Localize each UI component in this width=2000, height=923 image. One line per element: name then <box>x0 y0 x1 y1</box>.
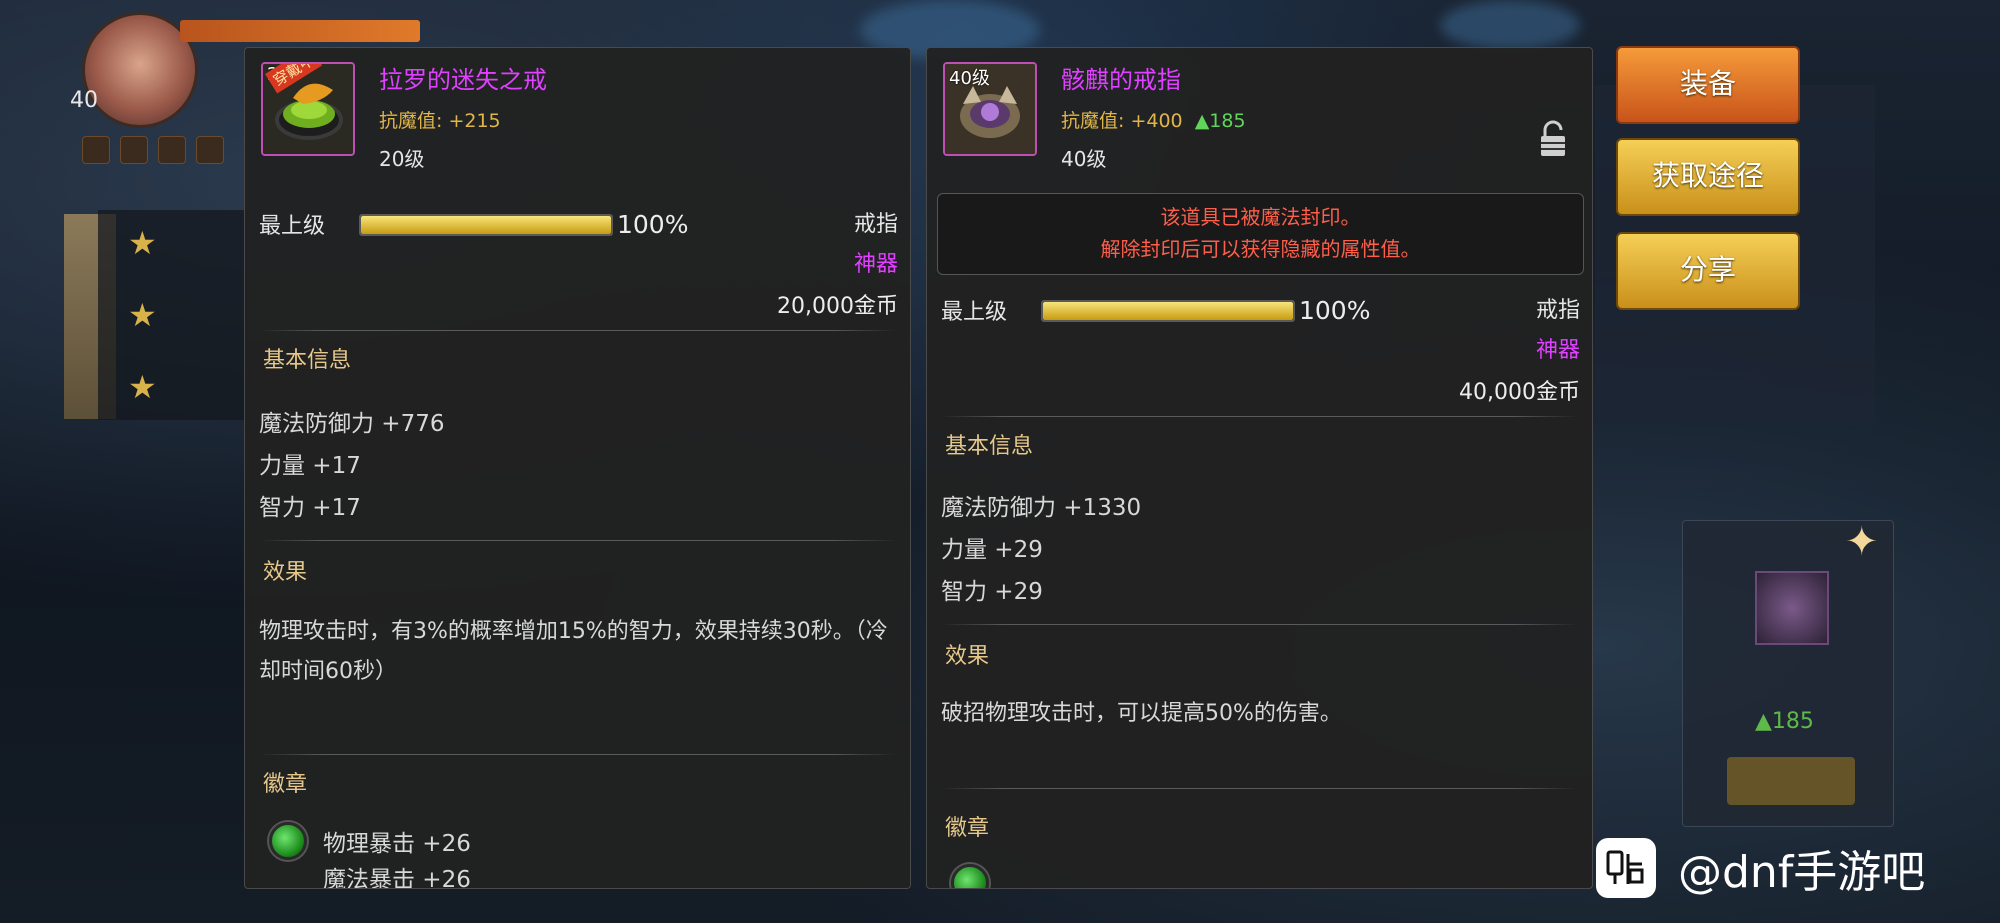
emblem-stat: 物理暴击 +26 <box>323 831 471 857</box>
item-stat: 抗魔值: +215 <box>379 106 501 133</box>
item-rarity: 神器 <box>853 252 898 277</box>
hud-icon[interactable] <box>158 136 186 164</box>
side-card-equip-button[interactable] <box>1727 757 1855 805</box>
attribute: 智力 +29 <box>941 579 1043 605</box>
emblem-icon <box>269 822 307 860</box>
hud-icon[interactable] <box>196 136 224 164</box>
ring-icon: 2 穿戴中 <box>261 62 355 156</box>
watermark-text: @dnf手游吧 <box>1678 847 1926 898</box>
item-stat: 抗魔值: +400 ▲185 <box>1061 106 1246 133</box>
effect-text: 物理攻击时，有3%的概率增加15%的智力，效果持续30秒。（冷却时间60秒） <box>259 619 888 684</box>
share-button[interactable]: 分享 <box>1616 232 1800 310</box>
item-type: 戒指 <box>853 212 898 237</box>
sparkle-icon: ✦ <box>1845 519 1879 565</box>
emblem-stat: 魔法暴击 +26 <box>323 867 471 889</box>
item-type: 戒指 <box>1535 298 1580 323</box>
emblem-title: 徽章 <box>945 816 990 841</box>
divider <box>259 540 896 541</box>
quest-panel <box>98 210 248 420</box>
divider <box>259 754 896 755</box>
grade-label: 最上级 <box>259 214 326 239</box>
obtain-method-button[interactable]: 获取途径 <box>1616 138 1800 216</box>
background-glow <box>1440 0 1580 50</box>
item-price: 20,000金币 <box>777 294 898 319</box>
basic-info-title: 基本信息 <box>263 348 352 373</box>
attribute: 魔法防御力 +1330 <box>941 495 1142 521</box>
item-rarity: 神器 <box>1535 338 1580 363</box>
hud-icon[interactable] <box>82 136 110 164</box>
stat-label: 抗魔值: <box>379 110 443 132</box>
star-icon: ★ <box>128 224 157 262</box>
emblem-icon <box>951 864 989 888</box>
divider <box>941 416 1578 417</box>
effect-title: 效果 <box>945 644 990 669</box>
hud-icon-row <box>82 136 224 164</box>
effect-title: 效果 <box>263 560 308 585</box>
lock-icon[interactable] <box>1538 120 1568 158</box>
equip-button[interactable]: 装备 <box>1616 46 1800 124</box>
item-name: 骸麒的戒指 <box>1061 66 1181 94</box>
grade-percent: 100% <box>617 210 689 239</box>
divider <box>941 788 1578 789</box>
equipped-item-panel: 2 穿戴中 拉罗的迷失之戒 抗魔值: +215 20级 最上级 100% 戒指 … <box>244 47 911 889</box>
attribute: 智力 +17 <box>259 495 361 521</box>
item-price: 40,000金币 <box>1459 380 1580 405</box>
tieba-logo-icon <box>1596 838 1656 898</box>
item-level: 40级 <box>1061 147 1107 171</box>
item-name: 拉罗的迷失之戒 <box>379 66 547 94</box>
effect-text: 破招物理攻击时，可以提高50%的伤害。 <box>941 701 1342 726</box>
stat-value: +400 <box>1130 110 1183 132</box>
item-icon-level: 40级 <box>949 68 990 89</box>
star-icon: ★ <box>128 296 157 334</box>
attribute: 魔法防御力 +776 <box>259 411 445 437</box>
compared-item-panel: 40级 骸麒的戒指 抗魔值: +400 ▲185 40级 该道具已被魔法封印。 … <box>926 47 1593 889</box>
ring-icon: 40级 <box>943 62 1037 156</box>
stat-value: +215 <box>448 110 501 132</box>
grade-bar-fill <box>361 216 611 234</box>
seal-warning-line: 解除封印后可以获得隐藏的属性值。 <box>1100 237 1421 261</box>
grade-bar <box>1041 300 1295 322</box>
item-level: 20级 <box>379 147 425 171</box>
grade-bar-fill <box>1043 302 1293 320</box>
star-icon: ★ <box>128 368 157 406</box>
stat-label: 抗魔值: <box>1061 110 1125 132</box>
player-hp-bar <box>180 20 420 42</box>
side-card-up-value: ▲185 <box>1755 709 1814 734</box>
grade-label: 最上级 <box>941 300 1008 325</box>
emblem-title: 徽章 <box>263 772 308 797</box>
hud-icon[interactable] <box>120 136 148 164</box>
attribute: 力量 +17 <box>259 453 361 479</box>
basic-info-title: 基本信息 <box>945 434 1034 459</box>
divider <box>941 624 1578 625</box>
player-level: 40 <box>70 88 98 113</box>
grade-bar <box>359 214 613 236</box>
grade-percent: 100% <box>1299 296 1371 325</box>
seal-warning: 该道具已被魔法封印。 解除封印后可以获得隐藏的属性值。 <box>937 193 1584 275</box>
stat-increase: ▲185 <box>1194 110 1246 132</box>
divider <box>259 330 896 331</box>
ring-icon <box>1755 571 1829 645</box>
attribute: 力量 +29 <box>941 537 1043 563</box>
watermark: @dnf手游吧 <box>1596 836 1925 900</box>
seal-warning-line: 该道具已被魔法封印。 <box>1160 205 1361 229</box>
item-compare-card: ▲185 <box>1682 520 1894 827</box>
